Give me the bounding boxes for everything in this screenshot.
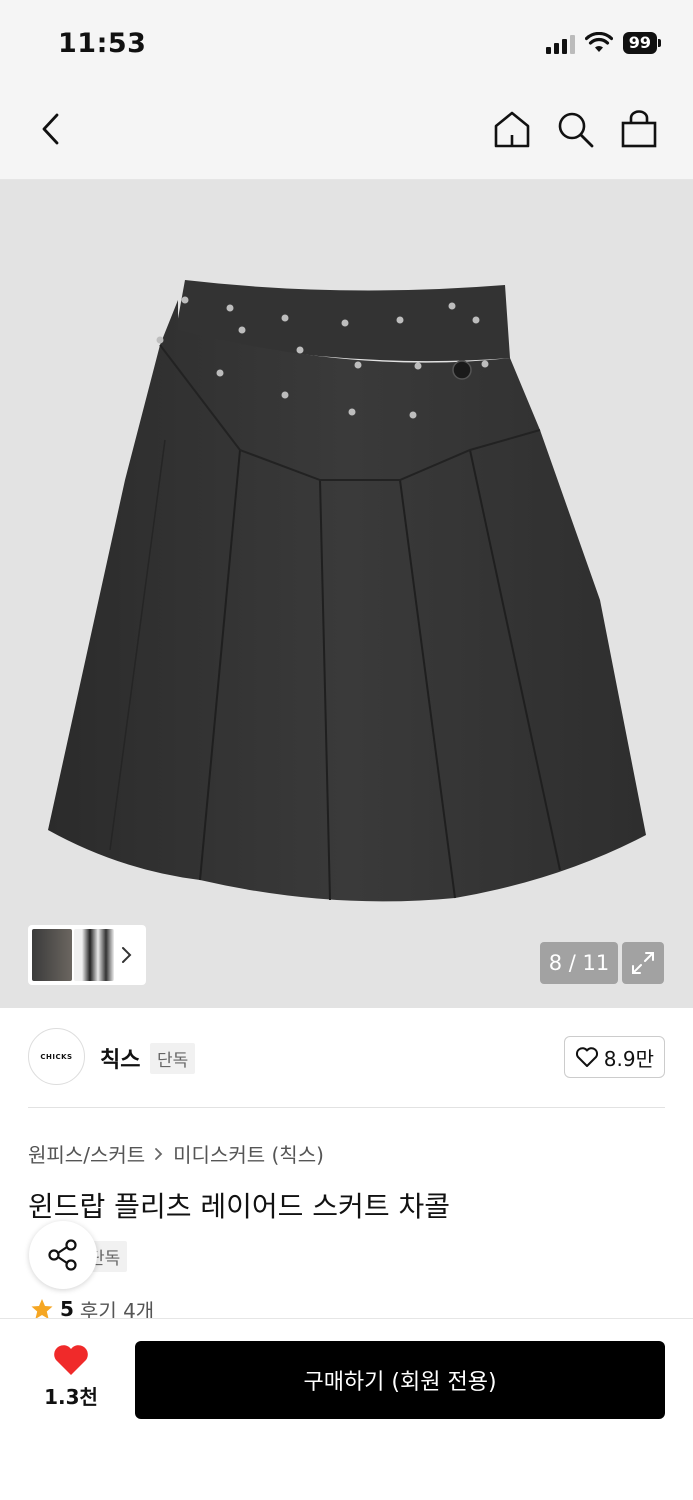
- heart-outline-icon: [575, 1047, 598, 1067]
- thumbnail-strip[interactable]: [28, 925, 146, 985]
- brand-like-count: 8.9만: [603, 1046, 654, 1071]
- image-counter: 8 / 11: [540, 942, 618, 984]
- share-icon: [48, 1239, 77, 1271]
- brand-like-button[interactable]: 8.9만: [563, 1036, 665, 1078]
- back-icon: [42, 113, 59, 145]
- chevron-right-icon[interactable]: [116, 943, 136, 967]
- brand-row[interactable]: CHICKS 칙스 단독 8.9만: [28, 1028, 665, 1086]
- breadcrumb-category[interactable]: 원피스/스커트: [28, 1139, 145, 1168]
- divider: [28, 1107, 665, 1108]
- exclusive-badge: 단독: [150, 1043, 196, 1074]
- expand-icon: [632, 952, 654, 974]
- expand-image-button[interactable]: [622, 942, 664, 984]
- brand-logo[interactable]: CHICKS: [28, 1028, 85, 1085]
- status-bar: 11:53 99: [0, 0, 693, 88]
- status-icons: 99: [545, 32, 662, 54]
- battery-icon: 99: [622, 32, 662, 54]
- cart-button[interactable]: [616, 106, 662, 152]
- bottom-action-bar: 1.3천 구매하기 (회원 전용): [0, 1318, 693, 1500]
- home-icon: [494, 111, 530, 148]
- brand-name[interactable]: 칙스: [100, 1042, 140, 1074]
- buy-button[interactable]: 구매하기 (회원 전용): [135, 1341, 665, 1419]
- breadcrumb-subcategory[interactable]: 미디스커트 (칙스): [173, 1139, 324, 1168]
- wishlist-button[interactable]: 1.3천: [36, 1343, 106, 1415]
- thumbnail-image[interactable]: [74, 929, 114, 981]
- breadcrumb: 원피스/스커트 미디스커트 (칙스): [28, 1139, 324, 1168]
- rating-score: 5: [60, 1298, 74, 1320]
- review-count[interactable]: 후기 4개: [80, 1298, 154, 1321]
- home-button[interactable]: [489, 106, 535, 152]
- product-title: 윈드랍 플리츠 레이어드 스커트 차콜: [28, 1190, 451, 1223]
- signal-icon: [545, 32, 575, 54]
- wifi-icon: [584, 32, 613, 52]
- status-time: 11:53: [58, 28, 147, 59]
- chevron-right-icon: [155, 1147, 163, 1160]
- heart-filled-icon: [54, 1345, 88, 1375]
- wishlist-count: 1.3천: [44, 1385, 98, 1409]
- back-button[interactable]: [28, 106, 74, 152]
- shopping-bag-icon: [621, 110, 657, 148]
- product-image-gallery[interactable]: 8 / 11: [0, 180, 693, 1008]
- rating-row[interactable]: 5 후기 4개: [30, 1298, 154, 1320]
- share-button[interactable]: [29, 1221, 97, 1289]
- star-icon: [31, 1299, 53, 1319]
- search-button[interactable]: [552, 106, 598, 152]
- search-icon: [558, 112, 594, 148]
- product-image: [48, 280, 646, 902]
- nav-bar: [0, 88, 693, 180]
- thumbnail-image[interactable]: [32, 929, 72, 981]
